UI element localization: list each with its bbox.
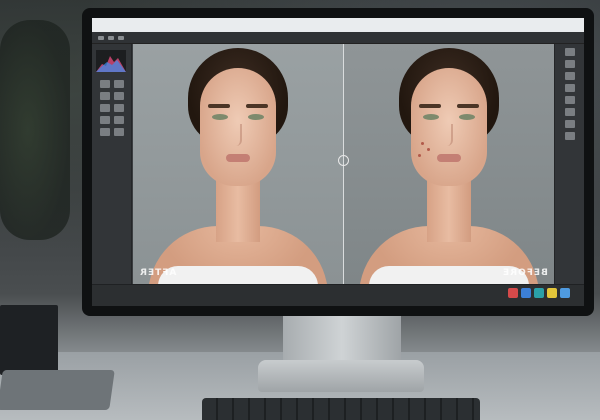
properties-icon[interactable]: [564, 72, 575, 80]
left-tool-panel: [92, 44, 132, 284]
paths-icon[interactable]: [564, 108, 575, 116]
option-icon[interactable]: [108, 35, 114, 40]
marquee-tool-icon[interactable]: [114, 80, 124, 88]
tablet-device: [0, 370, 115, 410]
taskbar-app-icon[interactable]: [547, 288, 557, 298]
brush-tool-icon[interactable]: [100, 104, 110, 112]
option-icon[interactable]: [118, 35, 124, 40]
taskbar-app-icon[interactable]: [560, 288, 570, 298]
option-icon[interactable]: [98, 35, 104, 40]
screen: AFTER BEFORE: [92, 18, 584, 306]
history-icon[interactable]: [564, 84, 575, 92]
taskbar-app-icon[interactable]: [508, 288, 518, 298]
clone-tool-icon[interactable]: [100, 116, 110, 124]
scene-photo: AFTER BEFORE: [0, 0, 600, 420]
histogram-icon: [96, 50, 126, 72]
background-plant: [0, 20, 70, 240]
adjust-icon[interactable]: [564, 60, 575, 68]
lasso-tool-icon[interactable]: [100, 92, 110, 100]
before-image: BEFORE: [344, 44, 554, 284]
before-label: BEFORE: [502, 268, 548, 278]
after-label: AFTER: [139, 268, 177, 278]
brush-panel-icon[interactable]: [564, 132, 575, 140]
side-speaker: [0, 305, 58, 375]
menu-bar[interactable]: [92, 18, 584, 32]
move-tool-icon[interactable]: [100, 80, 110, 88]
portrait-before: [359, 44, 539, 284]
after-image: AFTER: [133, 44, 343, 284]
monitor-stand-neck: [283, 316, 401, 364]
heal-tool-icon[interactable]: [114, 104, 124, 112]
image-canvas[interactable]: AFTER BEFORE: [133, 44, 554, 284]
portrait-after: [148, 44, 328, 284]
options-bar[interactable]: [92, 32, 584, 44]
monitor: AFTER BEFORE: [82, 8, 594, 316]
pen-tool-icon[interactable]: [114, 128, 124, 136]
channels-icon[interactable]: [564, 96, 575, 104]
swatches-icon[interactable]: [564, 120, 575, 128]
crop-tool-icon[interactable]: [114, 92, 124, 100]
keyboard: [202, 398, 480, 420]
monitor-stand-base: [258, 360, 424, 392]
taskbar: [508, 288, 570, 298]
eraser-tool-icon[interactable]: [114, 116, 124, 124]
divider-handle-icon[interactable]: [338, 155, 349, 166]
taskbar-app-icon[interactable]: [521, 288, 531, 298]
gradient-tool-icon[interactable]: [100, 128, 110, 136]
right-tool-panel: [554, 44, 584, 284]
layer-icon[interactable]: [564, 48, 575, 56]
taskbar-app-icon[interactable]: [534, 288, 544, 298]
